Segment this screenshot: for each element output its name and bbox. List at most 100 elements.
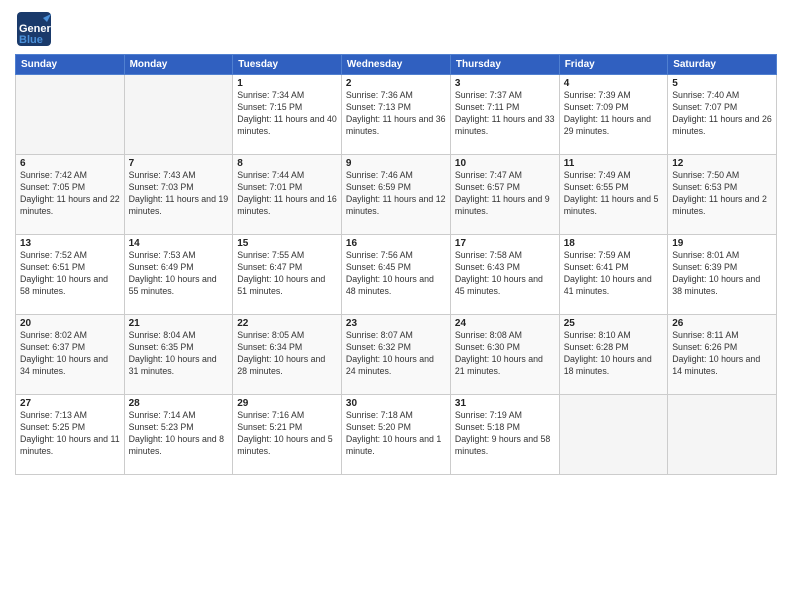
calendar-cell: 1Sunrise: 7:34 AMSunset: 7:15 PMDaylight…	[233, 75, 342, 155]
calendar-cell: 7Sunrise: 7:43 AMSunset: 7:03 PMDaylight…	[124, 155, 233, 235]
day-detail: Sunrise: 7:59 AMSunset: 6:41 PMDaylight:…	[564, 250, 664, 298]
calendar-cell: 26Sunrise: 8:11 AMSunset: 6:26 PMDayligh…	[668, 315, 777, 395]
day-detail: Sunrise: 7:44 AMSunset: 7:01 PMDaylight:…	[237, 170, 337, 218]
calendar-week-row: 6Sunrise: 7:42 AMSunset: 7:05 PMDaylight…	[16, 155, 777, 235]
day-number: 6	[20, 158, 120, 169]
calendar-cell: 2Sunrise: 7:36 AMSunset: 7:13 PMDaylight…	[341, 75, 450, 155]
calendar-cell	[124, 75, 233, 155]
day-number: 5	[672, 78, 772, 89]
day-detail: Sunrise: 7:58 AMSunset: 6:43 PMDaylight:…	[455, 250, 555, 298]
weekday-header-wednesday: Wednesday	[341, 55, 450, 75]
day-number: 10	[455, 158, 555, 169]
calendar-cell: 25Sunrise: 8:10 AMSunset: 6:28 PMDayligh…	[559, 315, 668, 395]
day-detail: Sunrise: 7:53 AMSunset: 6:49 PMDaylight:…	[129, 250, 229, 298]
day-number: 22	[237, 318, 337, 329]
day-number: 15	[237, 238, 337, 249]
calendar-cell: 31Sunrise: 7:19 AMSunset: 5:18 PMDayligh…	[450, 395, 559, 475]
weekday-header-row: SundayMondayTuesdayWednesdayThursdayFrid…	[16, 55, 777, 75]
day-number: 1	[237, 78, 337, 89]
calendar-cell: 30Sunrise: 7:18 AMSunset: 5:20 PMDayligh…	[341, 395, 450, 475]
day-detail: Sunrise: 7:47 AMSunset: 6:57 PMDaylight:…	[455, 170, 555, 218]
calendar-cell: 12Sunrise: 7:50 AMSunset: 6:53 PMDayligh…	[668, 155, 777, 235]
svg-text:Blue: Blue	[19, 34, 43, 46]
day-number: 25	[564, 318, 664, 329]
day-number: 31	[455, 398, 555, 409]
day-detail: Sunrise: 8:01 AMSunset: 6:39 PMDaylight:…	[672, 250, 772, 298]
day-number: 11	[564, 158, 664, 169]
calendar-cell: 4Sunrise: 7:39 AMSunset: 7:09 PMDaylight…	[559, 75, 668, 155]
day-detail: Sunrise: 8:08 AMSunset: 6:30 PMDaylight:…	[455, 330, 555, 378]
day-number: 27	[20, 398, 120, 409]
day-number: 23	[346, 318, 446, 329]
day-number: 12	[672, 158, 772, 169]
calendar-cell: 5Sunrise: 7:40 AMSunset: 7:07 PMDaylight…	[668, 75, 777, 155]
day-detail: Sunrise: 8:05 AMSunset: 6:34 PMDaylight:…	[237, 330, 337, 378]
calendar-cell: 22Sunrise: 8:05 AMSunset: 6:34 PMDayligh…	[233, 315, 342, 395]
day-number: 29	[237, 398, 337, 409]
weekday-header-sunday: Sunday	[16, 55, 125, 75]
calendar-cell: 6Sunrise: 7:42 AMSunset: 7:05 PMDaylight…	[16, 155, 125, 235]
day-detail: Sunrise: 7:14 AMSunset: 5:23 PMDaylight:…	[129, 410, 229, 458]
day-number: 3	[455, 78, 555, 89]
day-detail: Sunrise: 7:19 AMSunset: 5:18 PMDaylight:…	[455, 410, 555, 458]
calendar-cell: 19Sunrise: 8:01 AMSunset: 6:39 PMDayligh…	[668, 235, 777, 315]
calendar-cell: 10Sunrise: 7:47 AMSunset: 6:57 PMDayligh…	[450, 155, 559, 235]
calendar-cell	[16, 75, 125, 155]
calendar-cell: 27Sunrise: 7:13 AMSunset: 5:25 PMDayligh…	[16, 395, 125, 475]
calendar-cell: 15Sunrise: 7:55 AMSunset: 6:47 PMDayligh…	[233, 235, 342, 315]
calendar-table: SundayMondayTuesdayWednesdayThursdayFrid…	[15, 54, 777, 475]
calendar-week-row: 13Sunrise: 7:52 AMSunset: 6:51 PMDayligh…	[16, 235, 777, 315]
calendar-week-row: 20Sunrise: 8:02 AMSunset: 6:37 PMDayligh…	[16, 315, 777, 395]
weekday-header-thursday: Thursday	[450, 55, 559, 75]
calendar-cell: 29Sunrise: 7:16 AMSunset: 5:21 PMDayligh…	[233, 395, 342, 475]
day-detail: Sunrise: 7:42 AMSunset: 7:05 PMDaylight:…	[20, 170, 120, 218]
calendar-cell: 20Sunrise: 8:02 AMSunset: 6:37 PMDayligh…	[16, 315, 125, 395]
day-detail: Sunrise: 7:16 AMSunset: 5:21 PMDaylight:…	[237, 410, 337, 458]
day-detail: Sunrise: 7:36 AMSunset: 7:13 PMDaylight:…	[346, 90, 446, 138]
day-number: 8	[237, 158, 337, 169]
weekday-header-monday: Monday	[124, 55, 233, 75]
calendar-cell	[559, 395, 668, 475]
day-detail: Sunrise: 7:49 AMSunset: 6:55 PMDaylight:…	[564, 170, 664, 218]
day-number: 19	[672, 238, 772, 249]
day-detail: Sunrise: 8:11 AMSunset: 6:26 PMDaylight:…	[672, 330, 772, 378]
day-detail: Sunrise: 7:18 AMSunset: 5:20 PMDaylight:…	[346, 410, 446, 458]
calendar-cell: 11Sunrise: 7:49 AMSunset: 6:55 PMDayligh…	[559, 155, 668, 235]
day-detail: Sunrise: 7:34 AMSunset: 7:15 PMDaylight:…	[237, 90, 337, 138]
day-number: 21	[129, 318, 229, 329]
day-number: 13	[20, 238, 120, 249]
logo-icon: General Blue	[15, 10, 53, 48]
day-detail: Sunrise: 8:10 AMSunset: 6:28 PMDaylight:…	[564, 330, 664, 378]
weekday-header-saturday: Saturday	[668, 55, 777, 75]
weekday-header-friday: Friday	[559, 55, 668, 75]
day-detail: Sunrise: 8:04 AMSunset: 6:35 PMDaylight:…	[129, 330, 229, 378]
calendar-cell: 17Sunrise: 7:58 AMSunset: 6:43 PMDayligh…	[450, 235, 559, 315]
day-detail: Sunrise: 7:52 AMSunset: 6:51 PMDaylight:…	[20, 250, 120, 298]
day-detail: Sunrise: 7:50 AMSunset: 6:53 PMDaylight:…	[672, 170, 772, 218]
calendar-week-row: 1Sunrise: 7:34 AMSunset: 7:15 PMDaylight…	[16, 75, 777, 155]
day-number: 28	[129, 398, 229, 409]
day-detail: Sunrise: 7:55 AMSunset: 6:47 PMDaylight:…	[237, 250, 337, 298]
calendar-cell: 14Sunrise: 7:53 AMSunset: 6:49 PMDayligh…	[124, 235, 233, 315]
calendar-cell	[668, 395, 777, 475]
calendar-cell: 16Sunrise: 7:56 AMSunset: 6:45 PMDayligh…	[341, 235, 450, 315]
day-detail: Sunrise: 7:39 AMSunset: 7:09 PMDaylight:…	[564, 90, 664, 138]
day-number: 20	[20, 318, 120, 329]
day-detail: Sunrise: 7:46 AMSunset: 6:59 PMDaylight:…	[346, 170, 446, 218]
calendar-cell: 24Sunrise: 8:08 AMSunset: 6:30 PMDayligh…	[450, 315, 559, 395]
day-number: 2	[346, 78, 446, 89]
day-number: 16	[346, 238, 446, 249]
page: General Blue SundayMondayTuesdayWednesda…	[0, 0, 792, 612]
calendar-cell: 9Sunrise: 7:46 AMSunset: 6:59 PMDaylight…	[341, 155, 450, 235]
calendar-cell: 23Sunrise: 8:07 AMSunset: 6:32 PMDayligh…	[341, 315, 450, 395]
day-number: 24	[455, 318, 555, 329]
day-detail: Sunrise: 8:02 AMSunset: 6:37 PMDaylight:…	[20, 330, 120, 378]
day-number: 4	[564, 78, 664, 89]
day-detail: Sunrise: 7:40 AMSunset: 7:07 PMDaylight:…	[672, 90, 772, 138]
day-detail: Sunrise: 7:13 AMSunset: 5:25 PMDaylight:…	[20, 410, 120, 458]
day-number: 9	[346, 158, 446, 169]
logo: General Blue	[15, 10, 53, 48]
day-number: 14	[129, 238, 229, 249]
day-detail: Sunrise: 7:43 AMSunset: 7:03 PMDaylight:…	[129, 170, 229, 218]
calendar-cell: 13Sunrise: 7:52 AMSunset: 6:51 PMDayligh…	[16, 235, 125, 315]
